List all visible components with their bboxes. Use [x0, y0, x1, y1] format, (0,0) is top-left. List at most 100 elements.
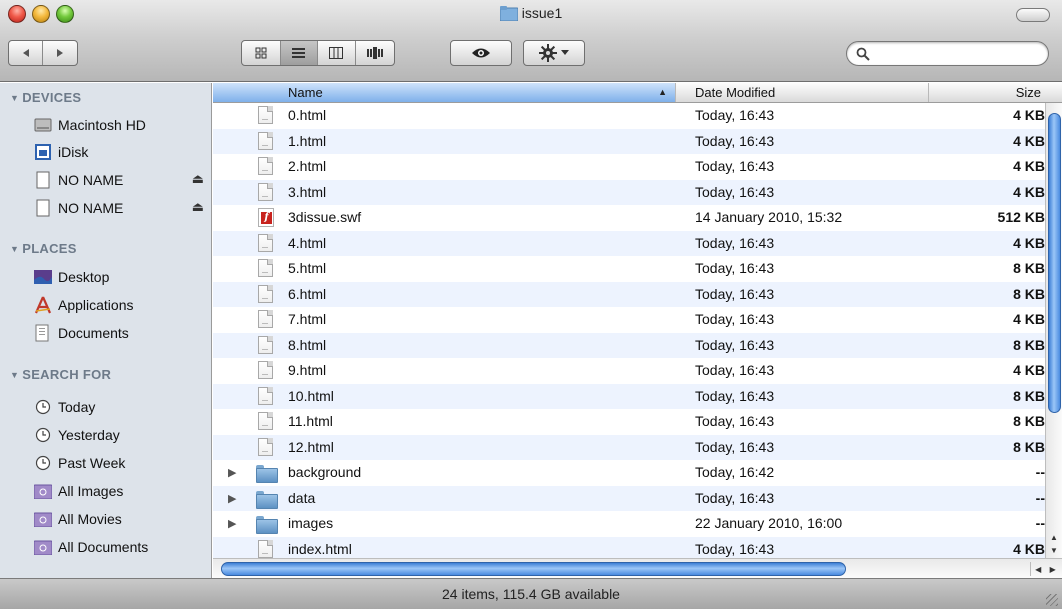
forward-button[interactable] [43, 41, 77, 65]
back-button[interactable] [9, 41, 44, 65]
file-date-modified: Today, 16:43 [695, 387, 775, 404]
vertical-scrollbar[interactable]: ▲ ▼ [1045, 103, 1062, 558]
disclosure-triangle-icon[interactable]: ▶ [228, 517, 236, 530]
horizontal-scroll-thumb[interactable] [221, 562, 846, 576]
table-row[interactable]: ▶ data Today, 16:43 -- [213, 485, 1045, 511]
sidebar-item-all-images[interactable]: All Images [34, 480, 204, 502]
file-size: 8 KB [1013, 387, 1045, 404]
file-date-modified: Today, 16:43 [695, 132, 775, 149]
file-date-modified: Today, 16:43 [695, 413, 775, 429]
column-header-name[interactable]: Name ▲ [213, 83, 676, 102]
scroll-left-arrow[interactable]: ◀ [1035, 565, 1041, 574]
file-name: 2.html [288, 158, 327, 174]
sidebar-item-past-week[interactable]: Past Week [34, 452, 204, 474]
clock-icon [34, 398, 52, 416]
scroll-down-arrow[interactable]: ▼ [1046, 544, 1062, 557]
sidebar-item-yesterday[interactable]: Yesterday [34, 424, 204, 446]
table-row[interactable]: 6.html Today, 16:43 8 KB [213, 281, 1045, 307]
file-date-modified: Today, 16:43 [695, 107, 775, 123]
file-name: 10.html [288, 387, 334, 404]
eject-icon[interactable]: ⏏ [192, 199, 204, 215]
table-row[interactable]: 0.html Today, 16:43 4 KB [213, 103, 1045, 129]
scroll-right-arrow[interactable]: ▶ [1050, 565, 1056, 574]
column-header-row: Name ▲ Date Modified Size [213, 83, 1062, 103]
sidebar-item-applications[interactable]: Applications [34, 294, 204, 316]
table-row[interactable]: 5.html Today, 16:43 8 KB [213, 256, 1045, 282]
table-row[interactable]: f 3dissue.swf 14 January 2010, 15:32 512 KB [213, 205, 1045, 231]
sidebar-item-no-name-2[interactable]: NO NAME ⏏ [34, 197, 204, 219]
sidebar-item-all-movies[interactable]: All Movies [34, 508, 204, 530]
column-view-button[interactable] [318, 41, 356, 65]
file-size: 4 KB [1013, 311, 1045, 327]
table-row[interactable]: ▶ background Today, 16:42 -- [213, 460, 1045, 486]
smart-folder-icon [34, 510, 52, 528]
sidebar-item-no-name-1[interactable]: NO NAME ⏏ [34, 169, 204, 191]
disclosure-triangle-icon[interactable]: ▶ [228, 492, 236, 505]
search-field[interactable] [846, 41, 1049, 66]
table-row[interactable]: 2.html Today, 16:43 4 KB [213, 154, 1045, 180]
table-row[interactable]: 8.html Today, 16:43 8 KB [213, 332, 1045, 358]
file-size: 8 KB [1013, 413, 1045, 429]
document-icon [258, 412, 276, 431]
file-name: index.html [288, 540, 352, 557]
table-row[interactable]: 1.html Today, 16:43 4 KB [213, 128, 1045, 154]
sidebar-header-search-for[interactable]: ▼ SEARCH FOR [10, 367, 111, 382]
file-name: 3dissue.swf [288, 209, 362, 225]
sidebar-item-idisk[interactable]: iDisk [34, 141, 204, 163]
sidebar-header-devices[interactable]: ▼ DEVICES [10, 90, 81, 105]
sidebar-item-desktop[interactable]: Desktop [34, 266, 204, 288]
table-row[interactable]: ▶ images 22 January 2010, 16:00 -- [213, 511, 1045, 537]
file-date-modified: Today, 16:43 [695, 234, 775, 251]
column-header-size[interactable]: Size [929, 83, 1045, 102]
disclosure-triangle-icon[interactable]: ▶ [228, 466, 236, 479]
list-view-icon [292, 48, 306, 58]
eye-icon [472, 48, 490, 58]
icon-view-button[interactable] [242, 41, 281, 65]
table-row[interactable]: index.html Today, 16:43 4 KB [213, 536, 1045, 558]
table-row[interactable]: 3.html Today, 16:43 4 KB [213, 179, 1045, 205]
sidebar-header-places[interactable]: ▼ PLACES [10, 241, 77, 256]
toolbar-toggle-button[interactable] [1016, 8, 1050, 22]
file-size: 8 KB [1013, 260, 1045, 276]
table-row[interactable]: 9.html Today, 16:43 4 KB [213, 358, 1045, 384]
removable-disk-icon [34, 199, 52, 217]
file-date-modified: Today, 16:43 [695, 540, 775, 557]
list-view-button[interactable] [280, 41, 319, 65]
file-size: 4 KB [1013, 183, 1045, 200]
sidebar-item-all-documents[interactable]: All Documents [34, 536, 204, 558]
file-date-modified: Today, 16:43 [695, 489, 775, 506]
table-row[interactable]: 4.html Today, 16:43 4 KB [213, 230, 1045, 256]
sidebar-item-macintosh-hd[interactable]: Macintosh HD [34, 114, 204, 136]
resize-grip-icon[interactable] [1046, 594, 1058, 606]
document-icon [258, 182, 276, 202]
coverflow-view-button[interactable] [356, 41, 394, 65]
gear-icon [539, 44, 557, 62]
clock-icon [34, 454, 52, 472]
file-date-modified: Today, 16:43 [695, 285, 775, 302]
sidebar-item-today[interactable]: Today [34, 396, 204, 418]
eject-icon[interactable]: ⏏ [192, 171, 204, 187]
view-mode-buttons [241, 40, 395, 66]
file-name: 0.html [288, 107, 327, 123]
table-row[interactable]: 7.html Today, 16:43 4 KB [213, 307, 1045, 333]
file-date-modified: 14 January 2010, 15:32 [695, 209, 843, 225]
table-row[interactable]: 10.html Today, 16:43 8 KB [213, 383, 1045, 409]
table-row[interactable]: 11.html Today, 16:43 8 KB [213, 409, 1045, 435]
coverflow-view-icon [366, 47, 383, 59]
search-input[interactable] [873, 45, 1041, 63]
action-menu-button[interactable] [524, 41, 584, 65]
icon-view-icon [255, 47, 267, 59]
flash-file-icon: f [258, 208, 276, 227]
disclosure-triangle-icon: ▼ [10, 244, 20, 254]
sidebar-item-documents[interactable]: Documents [34, 322, 204, 344]
scroll-up-arrow[interactable]: ▲ [1046, 531, 1062, 544]
table-row[interactable]: 12.html Today, 16:43 8 KB [213, 434, 1045, 460]
file-date-modified: Today, 16:43 [695, 336, 775, 353]
file-name: data [288, 489, 316, 506]
file-size: 4 KB [1013, 540, 1045, 557]
column-header-date-modified[interactable]: Date Modified [676, 83, 929, 102]
vertical-scroll-thumb[interactable] [1048, 113, 1061, 413]
horizontal-scrollbar[interactable]: ◀ ▶ [213, 558, 1062, 578]
quicklook-button[interactable] [451, 41, 511, 65]
file-name: 12.html [288, 438, 334, 455]
